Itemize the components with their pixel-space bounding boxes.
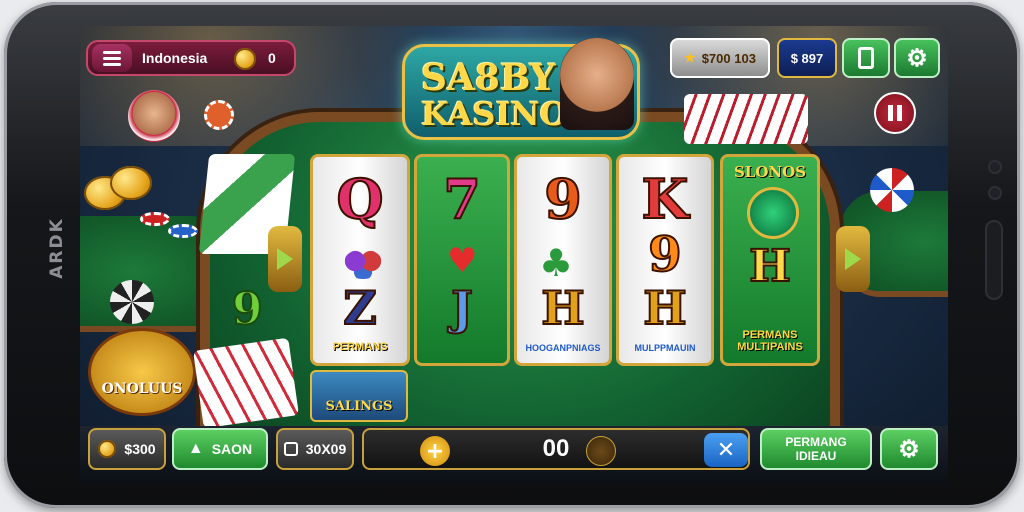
coin-stack [84, 166, 152, 212]
auto-value: 30X09 [305, 441, 347, 457]
stake-value: 00 [542, 435, 570, 462]
thumb-icon: ▲ [187, 440, 204, 457]
reel-symbol-top: 9 [543, 166, 583, 232]
score-chip[interactable]: $ 897 [777, 38, 837, 78]
reel-4: K 9 H MULPPMAUIN [616, 154, 714, 366]
pause-button[interactable] [874, 92, 916, 134]
logo-line-1: SA8BY [421, 57, 556, 99]
region-label: Indonesia [142, 50, 208, 66]
front-camera-icon [990, 162, 1000, 172]
increase-stake-button[interactable]: + [420, 436, 450, 466]
coin-count: 0 [268, 50, 276, 66]
next-arrow-button[interactable] [836, 226, 870, 292]
star-icon: ★ [684, 50, 696, 65]
game-screen: Indonesia 0 SA8BY KASINO ★ $700 103 $ 89… [80, 26, 948, 484]
spin-button[interactable]: ▲ SAON [172, 428, 268, 470]
heart-icon: ♥ [447, 241, 478, 281]
reel-caption: MULPPMAUIN [634, 343, 696, 353]
reel-caption: HOOGANPNIAGS [525, 343, 601, 353]
bonus-card-label: SALINGS [325, 399, 393, 414]
promo-button[interactable]: PERMANG IDIEAU [760, 428, 872, 470]
reel-3: 9 ♣ H HOOGANPNIAGS [514, 154, 612, 366]
bonus-card[interactable]: SALINGS [310, 370, 408, 422]
reel-caption: PERMANS MULTIPAINS [737, 329, 803, 353]
coin-icon [110, 166, 152, 200]
reel-title: SLONOS [733, 163, 807, 181]
promo-label-2: IDIEAU [795, 449, 837, 463]
reel-symbol-bottom: H [540, 280, 585, 336]
reel-symbol-bottom: J [450, 280, 474, 336]
reel-symbol-top: Q [335, 166, 384, 232]
roulette-wheel-icon [110, 280, 154, 324]
reel-symbol-top: 7 [442, 166, 482, 232]
speaker-slot [987, 222, 1001, 298]
reel-symbol-bottom: H [748, 240, 792, 293]
emerald-icon [747, 187, 799, 239]
logo-line-2: KASINO [421, 95, 568, 133]
host-avatar [560, 38, 634, 130]
menu-button[interactable] [92, 44, 132, 72]
reel-symbol-middle: 9 [647, 226, 682, 284]
promo-label-1: PERMANG [785, 435, 847, 449]
floating-chip-icon [204, 100, 234, 130]
chip-stack [140, 202, 200, 242]
prev-arrow-button[interactable] [268, 226, 302, 292]
balance-chip[interactable]: ★ $700 103 [670, 38, 770, 78]
card-deck-right [684, 94, 808, 144]
poker-chip-icon [140, 212, 170, 226]
playing-cards-left [193, 337, 299, 429]
reel-2: 7 ♥ J [414, 154, 510, 366]
grapes-icon [343, 249, 383, 279]
score-value: $ 897 [790, 50, 824, 66]
gear-icon: ⚙ [906, 44, 928, 72]
tablet-button[interactable] [842, 38, 890, 78]
poker-chip-icon [168, 224, 198, 238]
coin-icon [234, 48, 256, 70]
reel-symbol-bottom: H [642, 280, 687, 336]
side-symbol: 9 [231, 283, 264, 336]
gear-icon: ⚙ [898, 435, 920, 463]
bonus-badge[interactable]: ONOLUUS [88, 328, 196, 416]
top-status-bar: Indonesia 0 [86, 40, 296, 76]
bet-button[interactable]: $300 [88, 428, 166, 470]
balance-value: $700 103 [701, 50, 756, 66]
stack-icon [283, 442, 298, 456]
gear-coin-icon [98, 440, 117, 458]
settings-button[interactable]: ⚙ [894, 38, 940, 78]
reel-1: Q Z PERMANS [310, 154, 410, 366]
reel-symbol-top: K [641, 166, 690, 232]
options-button[interactable]: ⚙ [880, 428, 938, 470]
decrease-stake-button[interactable] [586, 436, 616, 466]
tablet-icon [858, 47, 874, 69]
reel-symbol-bottom: Z [342, 280, 378, 336]
device-brand: ARDK [46, 217, 67, 279]
spin-label: SAON [211, 441, 253, 457]
sensor-icon [990, 188, 1000, 198]
bonus-badge-label: ONOLUUS [101, 381, 183, 397]
reel-5: SLONOS H PERMANS MULTIPAINS [720, 154, 820, 366]
stake-bar: + 00 ✕ [362, 428, 750, 470]
close-button[interactable]: ✕ [704, 433, 748, 467]
dart-wheel-icon [870, 168, 914, 212]
player-avatar[interactable] [128, 90, 180, 142]
reel-caption: PERMANS [332, 341, 388, 353]
clover-icon: ♣ [539, 241, 574, 285]
auto-button[interactable]: 30X09 [276, 428, 354, 470]
bet-value: $300 [124, 441, 156, 457]
